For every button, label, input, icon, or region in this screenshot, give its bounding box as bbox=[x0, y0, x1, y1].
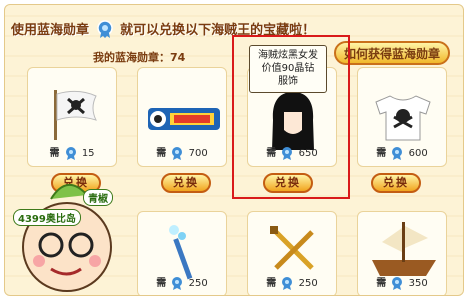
need-label: 需 bbox=[376, 148, 387, 159]
one-piece-logo-icon bbox=[148, 108, 220, 130]
price-value: 350 bbox=[408, 278, 428, 289]
blue-medal-icon bbox=[282, 277, 293, 290]
header-message-part1: 使用蓝海勋章 bbox=[11, 23, 90, 38]
item-card[interactable]: 需 700 bbox=[137, 67, 227, 167]
item-price: 需 250 bbox=[138, 274, 226, 290]
redeem-button[interactable]: 兑换 bbox=[371, 173, 421, 193]
item-price: 需 600 bbox=[358, 144, 446, 160]
my-medals-label: 我的蓝海勋章： bbox=[93, 51, 170, 64]
need-label: 需 bbox=[49, 148, 60, 159]
need-label: 需 bbox=[156, 148, 167, 159]
item-price: 需 700 bbox=[138, 144, 226, 160]
blue-medal-icon bbox=[392, 147, 403, 160]
need-label: 需 bbox=[156, 278, 167, 289]
item-card[interactable]: 需 350 bbox=[357, 211, 447, 295]
item-tooltip: 海贼炫黑女发 价值90晶钻 服饰 bbox=[249, 45, 327, 93]
price-value: 250 bbox=[188, 278, 208, 289]
price-value: 250 bbox=[298, 278, 318, 289]
item-price: 需 15 bbox=[28, 144, 116, 160]
item-card[interactable]: 需 15 bbox=[27, 67, 117, 167]
my-medals-count: 74 bbox=[170, 51, 186, 64]
blue-medal-icon bbox=[392, 277, 403, 290]
item-card[interactable]: 需 250 bbox=[247, 211, 337, 295]
magic-wand-icon bbox=[169, 225, 193, 280]
redeem-button[interactable]: 兑换 bbox=[161, 173, 211, 193]
price-value: 700 bbox=[188, 148, 208, 159]
tooltip-line-name: 海贼炫黑女发 bbox=[258, 50, 318, 61]
item-price: 需 250 bbox=[248, 274, 336, 290]
crossed-swords-icon bbox=[270, 226, 314, 270]
mascot-avatar: 4399奥比岛 青椒 bbox=[11, 169, 139, 295]
blue-medal-icon bbox=[172, 277, 183, 290]
mascot-face-icon bbox=[22, 184, 112, 292]
my-medals-display: 我的蓝海勋章：74 bbox=[93, 49, 185, 65]
blue-medal-icon bbox=[172, 147, 183, 160]
price-value: 15 bbox=[81, 148, 95, 159]
exchange-panel: 使用蓝海勋章 就可以兑换以下海贼王的宝藏啦！ 我的蓝海勋章：74 如何获得蓝海勋… bbox=[4, 4, 464, 296]
blue-medal-icon bbox=[65, 147, 76, 160]
item-card[interactable]: 需 600 bbox=[357, 67, 447, 167]
mascot-tag: 4399奥比岛 bbox=[13, 209, 81, 226]
need-label: 需 bbox=[376, 278, 387, 289]
tooltip-line-type: 服饰 bbox=[278, 76, 298, 87]
pirate-ship-icon bbox=[372, 222, 436, 276]
need-label: 需 bbox=[266, 278, 277, 289]
mascot-tag2: 青椒 bbox=[83, 189, 113, 206]
skull-tshirt-icon bbox=[375, 95, 431, 141]
pirate-flag-icon bbox=[54, 90, 97, 140]
tooltip-line-value: 价值90晶钻 bbox=[261, 63, 315, 74]
blue-medal-icon bbox=[96, 19, 113, 42]
item-price: 需 350 bbox=[358, 274, 446, 290]
how-to-get-medals-button[interactable]: 如何获得蓝海勋章 bbox=[334, 41, 450, 65]
price-value: 600 bbox=[408, 148, 428, 159]
item-card[interactable]: 需 250 bbox=[137, 211, 227, 295]
